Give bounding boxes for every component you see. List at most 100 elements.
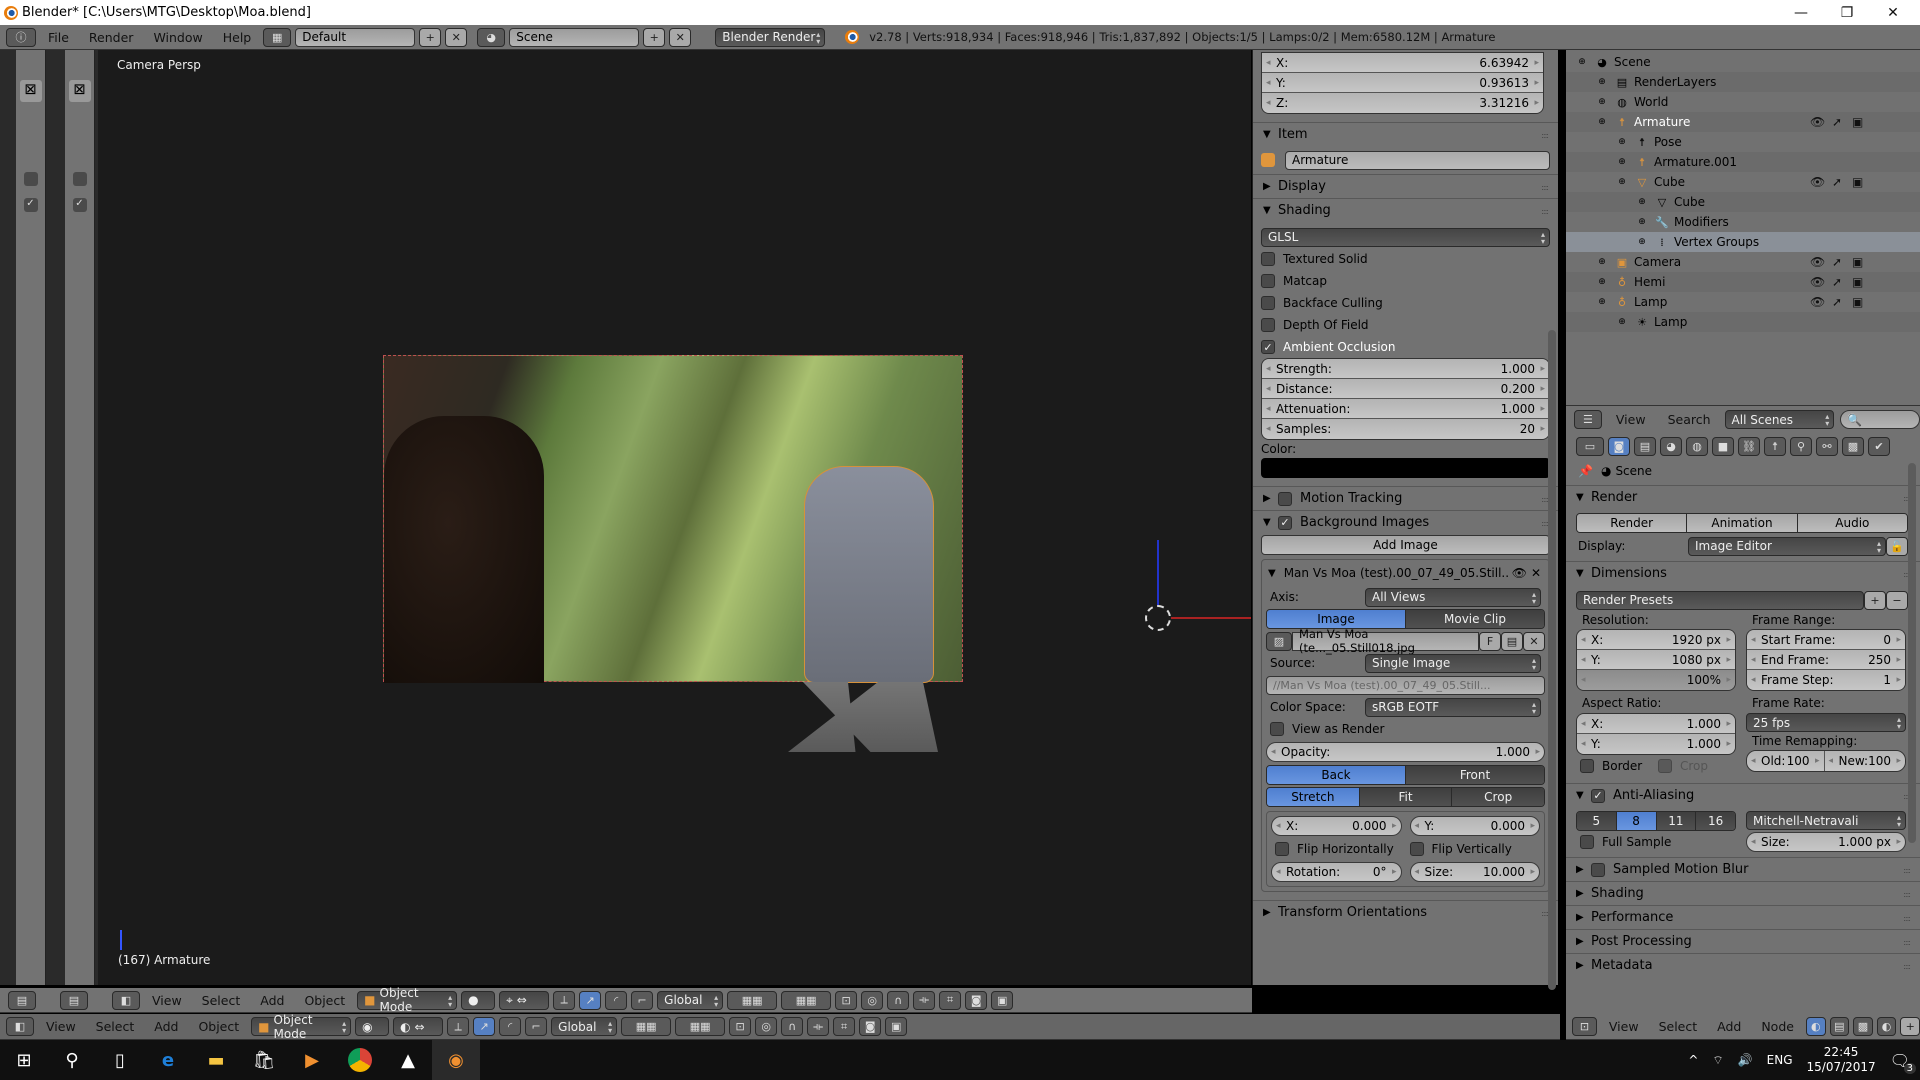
tab-world-icon[interactable]: ◍ <box>1686 436 1708 456</box>
menu-view[interactable]: View <box>144 993 190 1008</box>
ao-attenuation-field[interactable]: Attenuation:1.000 <box>1262 399 1549 419</box>
expand-toggle-icon[interactable]: ⊕ <box>1614 134 1630 150</box>
render-presets-dropdown[interactable]: Render Presets <box>1576 590 1864 610</box>
snap-element-icon[interactable]: ⟛ <box>913 990 936 1010</box>
store-icon[interactable]: 🛍 <box>240 1040 288 1080</box>
render-camera-icon[interactable]: ▣ <box>1852 115 1863 129</box>
color-space-dropdown[interactable]: sRGB EOTF ▴ ▾ <box>1365 697 1541 717</box>
menu-add[interactable]: Add <box>146 1019 186 1034</box>
tab-render-layers-icon[interactable]: ▤ <box>1634 436 1656 456</box>
tab-scene-icon[interactable]: ◕ <box>1660 436 1682 456</box>
time-remap-new-field[interactable]: New:100 <box>1824 751 1905 771</box>
blender-taskbar-icon[interactable]: ◉ <box>432 1040 480 1080</box>
animation-button[interactable]: Animation <box>1687 514 1798 532</box>
pin-icon[interactable]: 📌 <box>1578 464 1593 478</box>
rotate-manipulator-icon[interactable]: ◜ <box>499 1017 522 1036</box>
opengl-render-icon[interactable]: ◙ <box>859 1017 882 1036</box>
menu-add[interactable]: Add <box>252 993 292 1008</box>
outliner-menu-search[interactable]: Search <box>1660 412 1719 427</box>
render-camera-icon[interactable]: ▣ <box>1852 175 1863 189</box>
menu-render[interactable]: Render <box>81 30 142 45</box>
scale-manipulator-icon[interactable]: ⌐ <box>631 990 654 1010</box>
expand-toggle-icon[interactable]: ⊕ <box>1594 294 1610 310</box>
resolution-x-field[interactable]: X:1920 px <box>1577 630 1735 650</box>
time-remap-old-field[interactable]: Old:100 <box>1747 751 1825 771</box>
menu-help[interactable]: Help <box>215 30 260 45</box>
checkbox-icon[interactable] <box>72 172 87 186</box>
checkbox-icon[interactable] <box>23 172 38 186</box>
add-image-button[interactable]: Add Image <box>1261 535 1550 555</box>
3d-view-editor-icon[interactable]: ◧ <box>112 990 140 1010</box>
panel-sampled-motion-blur-header[interactable]: ▶ Sampled Motion Blur:::: <box>1566 857 1920 881</box>
textured-solid-checkbox[interactable] <box>1261 252 1275 266</box>
tab-render-icon[interactable]: ◙ <box>1608 436 1630 456</box>
scene-icon[interactable]: ◕ <box>477 27 506 47</box>
show-hidden-icons-icon[interactable]: ^ <box>1688 1053 1698 1067</box>
minimize-button[interactable]: — <box>1778 0 1824 25</box>
notifications-icon[interactable]: 🗨 3 <box>1890 1051 1916 1074</box>
manipulator-toggle-icon[interactable]: ⟂ <box>447 1017 470 1036</box>
toggle-quad-view-icon[interactable]: ⊠ <box>68 80 91 102</box>
node-menu-node[interactable]: Node <box>1753 1019 1802 1034</box>
eye-icon[interactable]: 👁 <box>1810 295 1825 309</box>
location-z-field[interactable]: Z:3.31216 <box>1262 93 1543 113</box>
snap-icon[interactable]: ∩ <box>781 1017 804 1036</box>
offset-x-field[interactable]: X:0.000 <box>1271 816 1402 836</box>
panel-display-header[interactable]: ▶ Display:::: <box>1253 174 1558 198</box>
material-dropdown-icon[interactable]: ◐ <box>1876 1017 1897 1036</box>
aspect-x-field[interactable]: X:1.000 <box>1577 714 1735 734</box>
layers-grid-2[interactable]: ▦▦ <box>781 990 832 1010</box>
location-x-field[interactable]: X:6.63942 <box>1262 53 1543 73</box>
clock[interactable]: 22:45 15/07/2017 <box>1807 1045 1876 1075</box>
media-player-icon[interactable]: ▶ <box>288 1040 336 1080</box>
snap-icon[interactable]: ∩ <box>887 990 910 1010</box>
translate-manipulator-icon[interactable]: ↗ <box>473 1017 496 1036</box>
node-menu-add[interactable]: Add <box>1709 1019 1749 1034</box>
manipulator-toggle-icon[interactable]: ⟂ <box>553 990 576 1010</box>
photos-icon[interactable]: ▲ <box>384 1040 432 1080</box>
remove-layout-button[interactable]: ✕ <box>445 27 468 47</box>
add-layout-button[interactable]: + <box>419 27 442 47</box>
tab-back[interactable]: Back <box>1267 766 1406 784</box>
close-button[interactable]: ✕ <box>1870 0 1916 25</box>
tab-front[interactable]: Front <box>1406 766 1544 784</box>
panel-shading-header[interactable]: ▼ Shading:::: <box>1253 198 1558 222</box>
expand-toggle-icon[interactable]: ⊕ <box>1594 94 1610 110</box>
aa-samples-8[interactable]: 8 <box>1616 812 1657 830</box>
image-file-field[interactable]: Man Vs Moa (te..._05.Still018.jpg <box>1292 627 1479 655</box>
panel-item-header[interactable]: ▼ Item:::: <box>1253 122 1558 146</box>
outliner-item[interactable]: ⊕ ♁ Hemi 👁 ➚ ▣ <box>1566 272 1920 292</box>
opengl-animation-icon[interactable]: ▣ <box>885 1017 908 1036</box>
end-frame-field[interactable]: End Frame:250 <box>1747 650 1905 670</box>
node-menu-select[interactable]: Select <box>1651 1019 1706 1034</box>
anti-aliasing-checkbox[interactable]: ✓ <box>1591 788 1605 803</box>
tab-texture-icon[interactable]: ▩ <box>1842 436 1864 456</box>
tab-bone-constraints-icon[interactable]: ⚯ <box>1816 436 1838 456</box>
outliner-item[interactable]: ⊕ ◕ Scene <box>1566 52 1920 72</box>
aa-filter-dropdown[interactable]: Mitchell-Netravali ▴ ▾ <box>1746 811 1906 830</box>
rotate-manipulator-icon[interactable]: ◜ <box>605 990 628 1010</box>
render-engine-dropdown[interactable]: Blender Render ▴ ▾ <box>715 27 826 47</box>
opengl-render-icon[interactable]: ◙ <box>965 990 988 1010</box>
offset-y-field[interactable]: Y:0.000 <box>1409 816 1540 836</box>
outliner-item[interactable]: ⊕ ☨ Armature 👁 ➚ ▣ <box>1566 112 1920 132</box>
select-cursor-icon[interactable]: ➚ <box>1832 115 1842 129</box>
scale-manipulator-icon[interactable]: ⌐ <box>525 1017 548 1036</box>
3d-view-editor-icon[interactable]: ◧ <box>6 1017 34 1036</box>
orientation-dropdown[interactable]: Global ▴ ▾ <box>551 1017 618 1036</box>
compositing-nodes-icon[interactable]: ▤ <box>1829 1017 1850 1036</box>
properties-scrollbar[interactable] <box>1908 463 1916 843</box>
expand-toggle-icon[interactable]: ⊕ <box>1634 194 1650 210</box>
viewport-shading-dropdown[interactable]: ◉ <box>355 1017 390 1036</box>
panel-motion-tracking-header[interactable]: ▶ Motion Tracking:::: <box>1253 486 1558 510</box>
tab-movie-clip[interactable]: Movie Clip <box>1406 610 1544 628</box>
wifi-icon[interactable]: ⌔ <box>1712 1053 1723 1068</box>
panel-metadata-header[interactable]: ▶ Metadata:::: <box>1566 953 1920 977</box>
volume-icon[interactable]: 🔊 <box>1738 1053 1753 1067</box>
frame-method-tabs[interactable]: Stretch Fit Crop <box>1266 787 1545 807</box>
tab-object-icon[interactable]: ■ <box>1712 436 1734 456</box>
tool-shelf-strip-2[interactable]: ⊠ ✓ <box>65 50 95 985</box>
proportional-edit-icon[interactable]: ◎ <box>755 1017 778 1036</box>
view-as-render-checkbox[interactable] <box>1270 722 1284 736</box>
panel-shading-header[interactable]: ▶ Shading:::: <box>1566 881 1920 905</box>
